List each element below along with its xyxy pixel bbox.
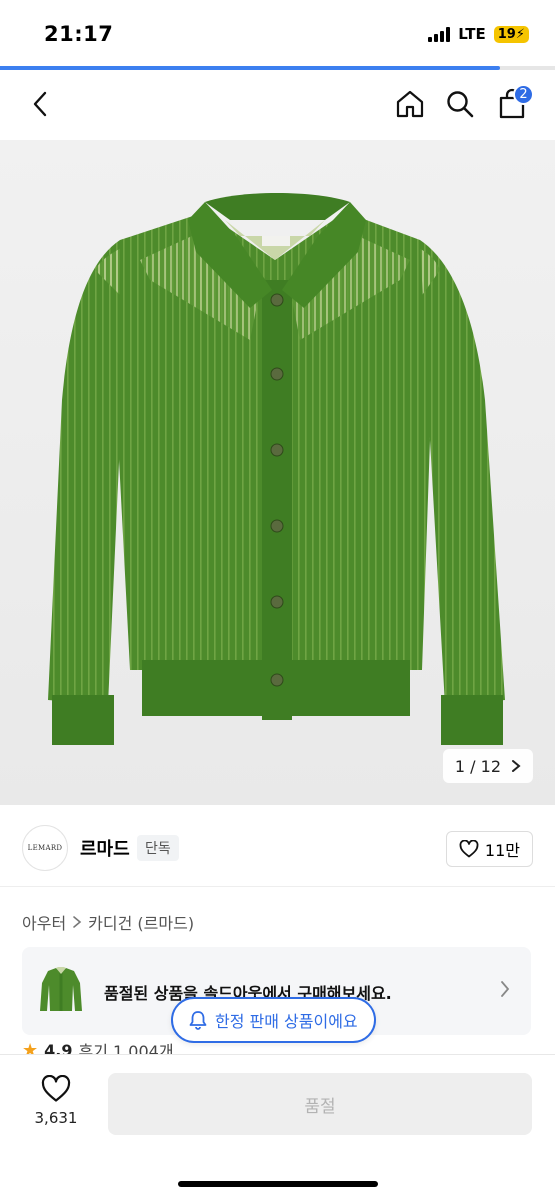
brand-row: LEMARD 르마드 단독 11만 (0, 805, 555, 887)
nav-header: 2 (0, 70, 555, 140)
breadcrumb: 아우터 카디건 (르마드) (22, 910, 194, 934)
home-icon (396, 90, 424, 118)
network-label: LTE (458, 25, 486, 43)
cart-button[interactable]: 2 (492, 84, 534, 124)
chevron-left-icon (33, 91, 47, 117)
limited-sale-text: 한정 판매 상품이에요 (215, 1012, 358, 1031)
brand-like-button[interactable]: 11만 (445, 831, 533, 867)
breadcrumb-category[interactable]: 아우터 (22, 910, 66, 934)
brand-name[interactable]: 르마드 (80, 835, 130, 861)
chevron-right-icon (73, 916, 82, 928)
chevron-right-icon (501, 981, 510, 997)
home-button[interactable] (390, 84, 430, 124)
battery-icon: 19⚡ (493, 25, 529, 43)
limited-sale-pill[interactable]: 한정 판매 상품이에요 (171, 997, 376, 1043)
cart-count-badge: 2 (513, 84, 534, 105)
image-counter-text: 1 / 12 (454, 756, 501, 776)
bell-icon (189, 1011, 207, 1030)
breadcrumb-subcategory[interactable]: 카디건 (르마드) (88, 910, 194, 934)
exclusive-tag: 단독 (137, 835, 179, 861)
wishlist-count: 3,631 (34, 1109, 78, 1127)
heart-icon (459, 840, 479, 858)
back-button[interactable] (20, 84, 60, 124)
review-count: 후기 1,004개 (78, 1042, 174, 1054)
status-bar: 21:17 LTE 19⚡ (0, 0, 555, 66)
product-image-cardigan (48, 193, 505, 745)
home-indicator (178, 1181, 378, 1187)
status-time: 21:17 (44, 22, 114, 46)
product-image-gallery[interactable]: 1 / 12 (0, 140, 555, 805)
wishlist-button[interactable]: 3,631 (20, 1075, 92, 1145)
battery-level: 19 (497, 26, 516, 42)
banner-product-thumbnail (40, 967, 82, 1011)
chevron-right-icon (512, 760, 521, 772)
status-indicators: LTE 19⚡ (428, 25, 529, 43)
heart-icon (41, 1075, 71, 1102)
brand-like-count: 11만 (484, 841, 520, 860)
rating-score: 4.9 (44, 1040, 73, 1055)
soldout-button[interactable]: 품절 (108, 1073, 532, 1135)
search-icon (447, 91, 474, 118)
image-counter[interactable]: 1 / 12 (442, 749, 533, 783)
search-button[interactable] (440, 84, 480, 124)
star-icon: ★ (22, 1040, 39, 1054)
bottom-action-bar: 3,631 품절 (0, 1054, 555, 1200)
signal-icon (428, 26, 451, 42)
brand-logo[interactable]: LEMARD (22, 825, 68, 871)
